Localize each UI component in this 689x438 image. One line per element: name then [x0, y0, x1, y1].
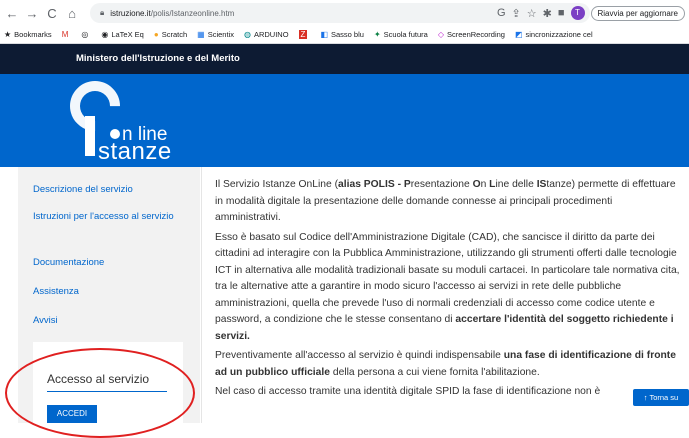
- forward-icon[interactable]: →: [24, 6, 40, 21]
- screenrecording-icon: ◇: [437, 30, 444, 39]
- text: Esso è basato sul Codice dell'Amministra…: [215, 231, 680, 326]
- bookmark-item[interactable]: ✦ Scuola futura: [374, 30, 428, 39]
- text: Il Servizio Istanze OnLine (: [215, 179, 339, 190]
- scientix-icon: ▦: [197, 30, 205, 39]
- bookmark-label: Scratch: [161, 30, 188, 39]
- text: resentazione: [410, 179, 473, 190]
- bookmark-item[interactable]: ▦ Scientix: [197, 30, 234, 39]
- browser-toolbar: ← → C ⌂ 🔒︎ istruzione.it/polis/Istanzeon…: [0, 0, 689, 26]
- bookmarks-bar: ★ Bookmarks M ◎ ◉ LaTeX Eq ● Scratch ▦ Scien…: [0, 26, 689, 44]
- sidebar-item-istruzioni[interactable]: Istruzioni per l'accesso al servizio: [33, 210, 193, 223]
- bookmark-label: Sasso blu: [331, 30, 364, 39]
- paragraph-intro: Il Servizio Istanze OnLine (alias POLIS …: [215, 177, 680, 227]
- toolbar-actions: G ⇪ ☆ ✱ ■ T Riavvia per aggiornare: [497, 3, 685, 23]
- text-bold: IS: [536, 179, 547, 190]
- sidebar-item-assistenza[interactable]: Assistenza: [33, 285, 193, 298]
- home-icon[interactable]: ⌂: [64, 6, 80, 21]
- text: n: [480, 179, 490, 190]
- sasso-blu-icon: ◧: [320, 30, 328, 39]
- url-path: /polis/Istanzeonline.htm: [150, 8, 235, 18]
- annotation-oval: [5, 348, 195, 438]
- text: della persona a cui viene fornita l'abil…: [330, 366, 540, 378]
- bookmark-label: LaTeX Eq: [111, 30, 144, 39]
- reload-icon[interactable]: C: [44, 6, 60, 21]
- back-to-top-button[interactable]: ↑ Torna su: [633, 389, 689, 406]
- bookmark-item[interactable]: ★ Bookmarks: [4, 30, 52, 39]
- logo-istanze-text: stanze: [98, 138, 172, 165]
- lock-icon: 🔒︎: [100, 8, 105, 17]
- bookmark-item[interactable]: ◧ Sasso blu: [320, 30, 364, 39]
- sidebar-item-avvisi[interactable]: Avvisi: [33, 314, 193, 327]
- torna-su-label: Torna su: [649, 393, 679, 402]
- back-icon[interactable]: ←: [4, 6, 20, 21]
- paragraph-identification: Preventivamente all'accesso al servizio …: [215, 348, 680, 381]
- scratch-icon: ●: [153, 30, 159, 39]
- bookmark-item[interactable]: ◉ LaTeX Eq: [101, 30, 144, 39]
- bookmark-label: Scuola futura: [383, 30, 428, 39]
- bookmark-item[interactable]: ◍ ARDUINO: [244, 30, 289, 39]
- bookmark-item[interactable]: ◩ sincronizzazione cel: [515, 30, 593, 39]
- bookmark-label: Bookmarks: [14, 30, 52, 39]
- update-button[interactable]: Riavvia per aggiornare: [590, 5, 685, 21]
- url-domain: istruzione.it: [110, 8, 151, 18]
- star-icon: ★: [4, 30, 12, 39]
- profile-avatar[interactable]: T: [570, 6, 585, 20]
- bookmark-item[interactable]: ◇ ScreenRecording: [438, 30, 505, 39]
- scuola-futura-icon: ✦: [373, 30, 381, 39]
- bookmark-label: Scientix: [207, 30, 234, 39]
- paragraph-cad: Esso è basato sul Codice dell'Amministra…: [215, 230, 680, 346]
- chatgpt-icon: ◎: [81, 30, 89, 39]
- bookmark-item[interactable]: Z: [298, 30, 311, 39]
- arduino-icon: ◍: [243, 30, 251, 39]
- sidebar-item-documentazione[interactable]: Documentazione: [33, 256, 193, 269]
- main-content: Il Servizio Istanze OnLine (alias POLIS …: [215, 177, 680, 404]
- text-bold: O: [472, 179, 481, 190]
- github-icon: ◉: [101, 30, 109, 39]
- bookmark-item[interactable]: M: [62, 30, 72, 39]
- share-icon[interactable]: ⇪: [512, 7, 521, 20]
- bookmark-label: ScreenRecording: [447, 30, 505, 39]
- ministry-bar[interactable]: Ministero dell'Istruzione e del Merito: [0, 44, 689, 74]
- sidebar-item-descrizione[interactable]: Descrizione del servizio: [33, 183, 193, 196]
- hero-banner: n line stanze: [0, 70, 689, 167]
- text: Preventivamente all'accesso al servizio …: [215, 350, 504, 361]
- gmail-icon: M: [61, 30, 69, 39]
- text: ine delle: [495, 179, 537, 190]
- logo-arc: [59, 70, 131, 142]
- google-icon[interactable]: G: [497, 7, 506, 19]
- column-divider: [201, 167, 202, 423]
- bookmark-item[interactable]: ● Scratch: [154, 30, 187, 39]
- logo-i-bar: [85, 116, 95, 156]
- bookmark-label: sincronizzazione cel: [525, 30, 593, 39]
- bookmark-item[interactable]: ◎: [81, 30, 91, 39]
- z-icon: Z: [298, 30, 308, 39]
- sidepanel-icon[interactable]: ■: [558, 7, 565, 19]
- bookmark-label: ARDUINO: [253, 30, 289, 39]
- paragraph-spid: Nel caso di accesso tramite una identità…: [215, 386, 601, 397]
- text-bold: alias POLIS - P: [338, 179, 411, 190]
- star-icon[interactable]: ☆: [527, 7, 537, 20]
- extensions-icon[interactable]: ✱: [543, 7, 552, 20]
- sync-icon: ◩: [514, 30, 523, 39]
